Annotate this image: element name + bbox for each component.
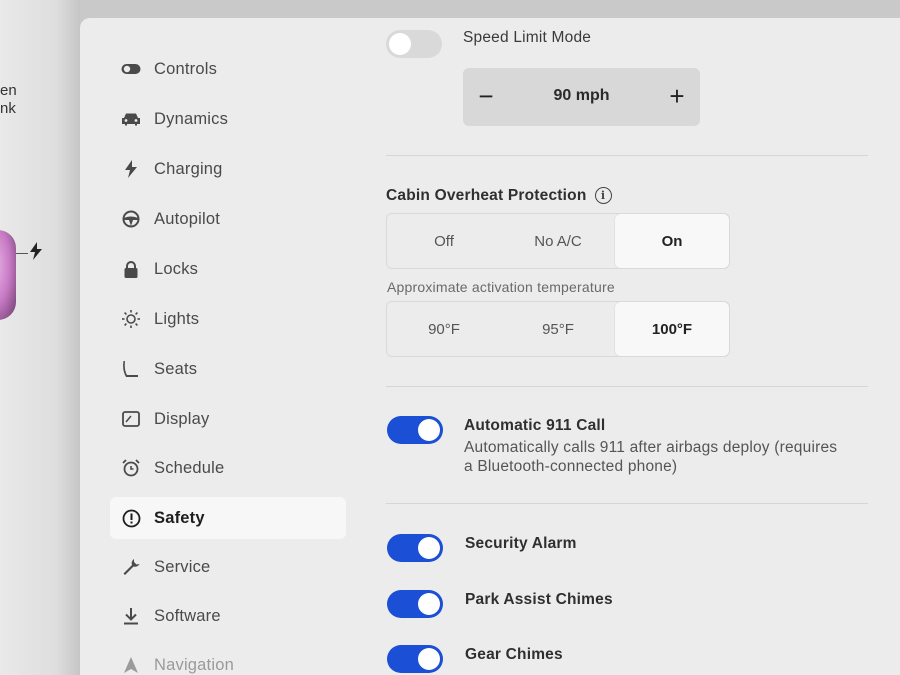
sidebar-item-label: Navigation <box>154 655 234 674</box>
left-map-strip: en nk <box>0 0 80 675</box>
charging-bolt-icon <box>30 242 42 265</box>
cabin-overheat-selector: Off No A/C On <box>386 213 730 269</box>
gear-chimes-label: Gear Chimes <box>465 646 563 663</box>
cabin-overheat-option-off[interactable]: Off <box>387 214 501 268</box>
sidebar-item-label: Display <box>154 409 210 428</box>
section-divider <box>386 386 868 387</box>
toggle-knob <box>418 648 440 670</box>
park-assist-chimes-label: Park Assist Chimes <box>465 591 613 608</box>
sidebar-item-label: Charging <box>154 159 223 178</box>
sidebar-item-software[interactable]: Software <box>110 595 346 637</box>
speed-limit-stepper: − 90 mph + <box>463 68 700 126</box>
light-icon <box>120 308 142 330</box>
lock-icon <box>120 258 142 280</box>
sidebar-item-label: Safety <box>154 508 205 527</box>
sidebar-item-schedule[interactable]: Schedule <box>110 447 346 489</box>
sidebar-item-service[interactable]: Service <box>110 546 346 588</box>
sidebar-item-autopilot[interactable]: Autopilot <box>110 198 346 240</box>
section-divider <box>386 155 868 156</box>
speed-limit-label: Speed Limit Mode <box>463 29 592 46</box>
toggle-knob <box>389 33 411 55</box>
cabin-overheat-title: Cabin Overheat Protection <box>386 187 587 204</box>
toggle-knob <box>418 537 440 559</box>
sidebar-item-label: Dynamics <box>154 109 229 128</box>
sidebar-item-controls[interactable]: Controls <box>110 48 346 90</box>
sidebar-item-navigation[interactable]: Navigation <box>110 644 346 675</box>
park-assist-chimes-toggle[interactable] <box>387 590 443 618</box>
alarm-clock-icon <box>120 457 142 479</box>
sidebar-item-label: Schedule <box>154 458 225 477</box>
cabin-overheat-label: Cabin Overheat Protection i <box>386 187 612 205</box>
car-icon <box>120 108 142 130</box>
temp-option-100[interactable]: 100°F <box>615 302 729 356</box>
sidebar-item-safety[interactable]: Safety <box>110 497 346 539</box>
display-icon <box>120 408 142 430</box>
sidebar-item-locks[interactable]: Locks <box>110 248 346 290</box>
cabin-overheat-option-no-ac[interactable]: No A/C <box>501 214 615 268</box>
sidebar-item-charging[interactable]: Charging <box>110 148 346 190</box>
automatic-911-description-line1: Automatically calls 911 after airbags de… <box>464 439 838 456</box>
toggle-knob <box>418 593 440 615</box>
speed-limit-toggle[interactable] <box>386 30 442 58</box>
automatic-911-description-line2: a Bluetooth-connected phone) <box>464 458 678 475</box>
strip-text-line1: en <box>0 82 17 99</box>
sidebar-item-label: Seats <box>154 359 198 378</box>
download-icon <box>120 605 142 627</box>
toggle-icon <box>120 58 142 80</box>
section-divider <box>386 503 868 504</box>
sidebar-item-dynamics[interactable]: Dynamics <box>110 98 346 140</box>
sidebar-item-label: Lights <box>154 309 200 328</box>
sidebar-item-lights[interactable]: Lights <box>110 298 346 340</box>
car-image <box>0 230 16 320</box>
sidebar-item-label: Autopilot <box>154 209 221 228</box>
seat-icon <box>120 358 142 380</box>
sidebar-item-label: Software <box>154 606 221 625</box>
cabin-overheat-option-on[interactable]: On <box>615 214 729 268</box>
automatic-911-label: Automatic 911 Call <box>464 417 606 434</box>
sidebar-item-seats[interactable]: Seats <box>110 348 346 390</box>
temp-option-95[interactable]: 95°F <box>501 302 615 356</box>
increase-button[interactable]: + <box>662 82 692 110</box>
sidebar-item-label: Service <box>154 557 211 576</box>
toggle-knob <box>418 419 440 441</box>
activation-temperature-selector: 90°F 95°F 100°F <box>386 301 730 357</box>
sidebar-item-label: Controls <box>154 59 218 78</box>
sidebar-item-label: Locks <box>154 259 199 278</box>
automatic-911-toggle[interactable] <box>387 416 443 444</box>
steering-wheel-icon <box>120 208 142 230</box>
info-icon[interactable]: i <box>594 187 612 205</box>
wrench-icon <box>120 556 142 578</box>
strip-text-line2: nk <box>0 100 16 117</box>
security-alarm-label: Security Alarm <box>465 535 577 552</box>
navigation-arrow-icon <box>120 654 142 675</box>
gear-chimes-toggle[interactable] <box>387 645 443 673</box>
alert-circle-icon <box>120 507 142 529</box>
activation-temperature-label: Approximate activation temperature <box>387 279 615 295</box>
security-alarm-toggle[interactable] <box>387 534 443 562</box>
bolt-icon <box>120 158 142 180</box>
sidebar-item-display[interactable]: Display <box>110 398 346 440</box>
connector-line <box>16 253 28 254</box>
temp-option-90[interactable]: 90°F <box>387 302 501 356</box>
